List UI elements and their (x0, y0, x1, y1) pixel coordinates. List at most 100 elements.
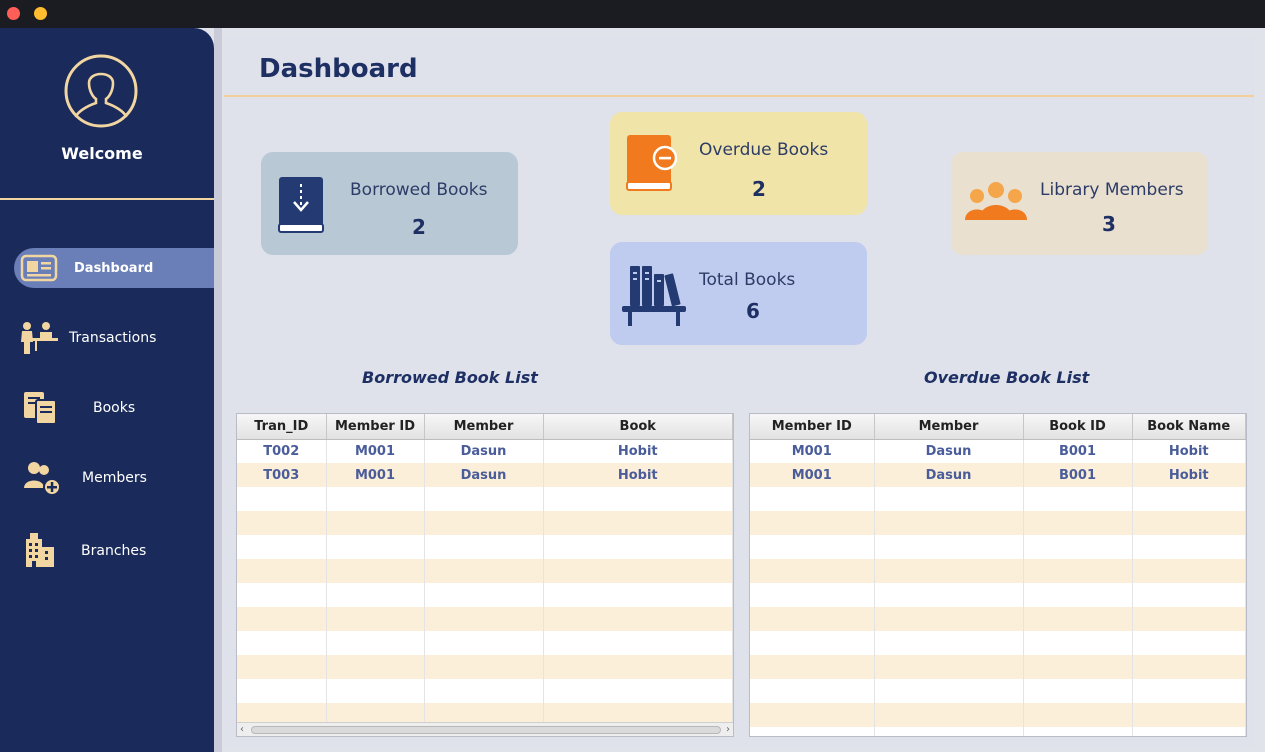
book-download-icon (278, 177, 324, 233)
book-minus-icon (626, 135, 678, 191)
horizontal-scrollbar[interactable]: ‹ › (237, 722, 733, 736)
empty-table-row (237, 511, 733, 535)
empty-table-row (750, 727, 1246, 736)
empty-table-row (750, 631, 1246, 655)
table-cell: M001 (326, 463, 425, 487)
column-header[interactable]: Member ID (326, 414, 425, 440)
table-row[interactable]: M001 Dasun B001 Hobit (750, 439, 1246, 463)
library-members-count: 3 (1102, 212, 1116, 236)
sidebar-item-label: Transactions (69, 330, 157, 346)
table-cell: B001 (1023, 463, 1133, 487)
borrowed-list-title: Borrowed Book List (362, 368, 538, 387)
empty-table-row (750, 703, 1246, 727)
overdue-list-title: Overdue Book List (924, 368, 1090, 387)
empty-table-row (237, 655, 733, 679)
sidebar-item-transactions[interactable]: Transactions (14, 318, 214, 358)
table-cell: Dasun (874, 439, 1024, 463)
borrowed-books-card[interactable]: Borrowed Books 2 (261, 152, 518, 255)
table-row[interactable]: M001 Dasun B001 Hobit (750, 463, 1246, 487)
library-members-label: Library Members (1040, 180, 1184, 200)
column-header[interactable]: Member (874, 414, 1024, 440)
total-books-count: 6 (746, 299, 760, 323)
sidebar: Welcome Dashboard Transactions Books Mem… (0, 28, 214, 752)
building-icon (26, 533, 54, 567)
table-cell: M001 (750, 439, 875, 463)
sidebar-divider (0, 198, 214, 200)
transactions-icon (21, 322, 58, 354)
table-cell: Hobit (543, 463, 733, 487)
table-row[interactable]: T002 M001 Dasun Hobit (237, 439, 733, 463)
empty-table-row (237, 559, 733, 583)
table-cell: M001 (750, 463, 875, 487)
table-cell: Hobit (543, 439, 733, 463)
overdue-books-card[interactable]: Overdue Books 2 (610, 112, 867, 215)
borrowed-table-body: T002 M001 Dasun Hobit T003 M001 Dasun Ho… (237, 439, 733, 727)
borrowed-books-count: 2 (412, 215, 426, 239)
empty-table-row (237, 679, 733, 703)
table-cell: Dasun (424, 439, 544, 463)
table-header: Tran_ID Member ID Member Book (237, 414, 733, 440)
empty-table-row (237, 535, 733, 559)
library-members-card[interactable]: Library Members 3 (951, 152, 1208, 255)
column-header[interactable]: Tran_ID (237, 414, 327, 440)
sidebar-item-label: Branches (81, 543, 147, 559)
empty-table-row (750, 679, 1246, 703)
empty-table-row (237, 631, 733, 655)
app-window: Welcome Dashboard Transactions Books Mem… (0, 28, 1265, 752)
scroll-right-icon[interactable]: › (726, 723, 730, 736)
title-divider (224, 95, 1254, 97)
column-header[interactable]: Book ID (1023, 414, 1133, 440)
sidebar-item-label: Members (82, 470, 147, 486)
empty-table-row (750, 511, 1246, 535)
scrollbar-thumb[interactable] (251, 726, 721, 734)
user-avatar-icon (64, 54, 138, 128)
sidebar-item-dashboard[interactable]: Dashboard (14, 248, 214, 288)
empty-table-row (237, 607, 733, 631)
table-cell: Hobit (1132, 439, 1246, 463)
sidebar-item-label: Dashboard (74, 260, 154, 276)
borrowed-books-label: Borrowed Books (350, 180, 488, 200)
table-cell: T002 (237, 439, 327, 463)
sidebar-item-books[interactable]: Books (14, 388, 214, 428)
table-cell: T003 (237, 463, 327, 487)
table-cell: Hobit (1132, 463, 1246, 487)
overdue-book-table[interactable]: Member ID Member Book ID Book Name M001 … (749, 413, 1247, 737)
people-icon (965, 182, 1027, 220)
overdue-table-body: M001 Dasun B001 Hobit M001 Dasun B001 Ho… (750, 439, 1246, 736)
sidebar-item-members[interactable]: Members (14, 458, 214, 498)
empty-table-row (750, 487, 1246, 511)
table-cell: M001 (326, 439, 425, 463)
table-cell: Dasun (874, 463, 1024, 487)
table-header: Member ID Member Book ID Book Name (750, 414, 1246, 440)
scroll-left-icon[interactable]: ‹ (240, 723, 244, 736)
column-header[interactable]: Member ID (750, 414, 875, 440)
add-member-icon (24, 462, 61, 496)
column-header[interactable]: Book (543, 414, 733, 440)
bookshelf-icon (622, 266, 686, 326)
dashboard-icon (20, 254, 58, 282)
window-titlebar (0, 0, 1265, 28)
page-title: Dashboard (259, 54, 418, 84)
total-books-label: Total Books (699, 270, 796, 290)
overdue-books-label: Overdue Books (699, 140, 829, 160)
sidebar-item-label: Books (93, 400, 136, 416)
books-icon (24, 392, 57, 425)
column-header[interactable]: Book Name (1132, 414, 1246, 440)
empty-table-row (750, 583, 1246, 607)
empty-table-row (750, 655, 1246, 679)
table-row[interactable]: T003 M001 Dasun Hobit (237, 463, 733, 487)
column-header[interactable]: Member (424, 414, 544, 440)
minimize-window-button[interactable] (34, 7, 47, 20)
table-cell: B001 (1023, 439, 1133, 463)
total-books-card[interactable]: Total Books 6 (610, 242, 867, 345)
empty-table-row (750, 535, 1246, 559)
sidebar-item-branches[interactable]: Branches (14, 531, 214, 571)
empty-table-row (237, 583, 733, 607)
borrowed-book-table[interactable]: Tran_ID Member ID Member Book T002 M001 … (236, 413, 734, 737)
close-window-button[interactable] (7, 7, 20, 20)
sidebar-border (214, 28, 222, 752)
table-cell: Dasun (424, 463, 544, 487)
welcome-label: Welcome (61, 144, 143, 163)
empty-table-row (750, 607, 1246, 631)
empty-table-row (237, 487, 733, 511)
